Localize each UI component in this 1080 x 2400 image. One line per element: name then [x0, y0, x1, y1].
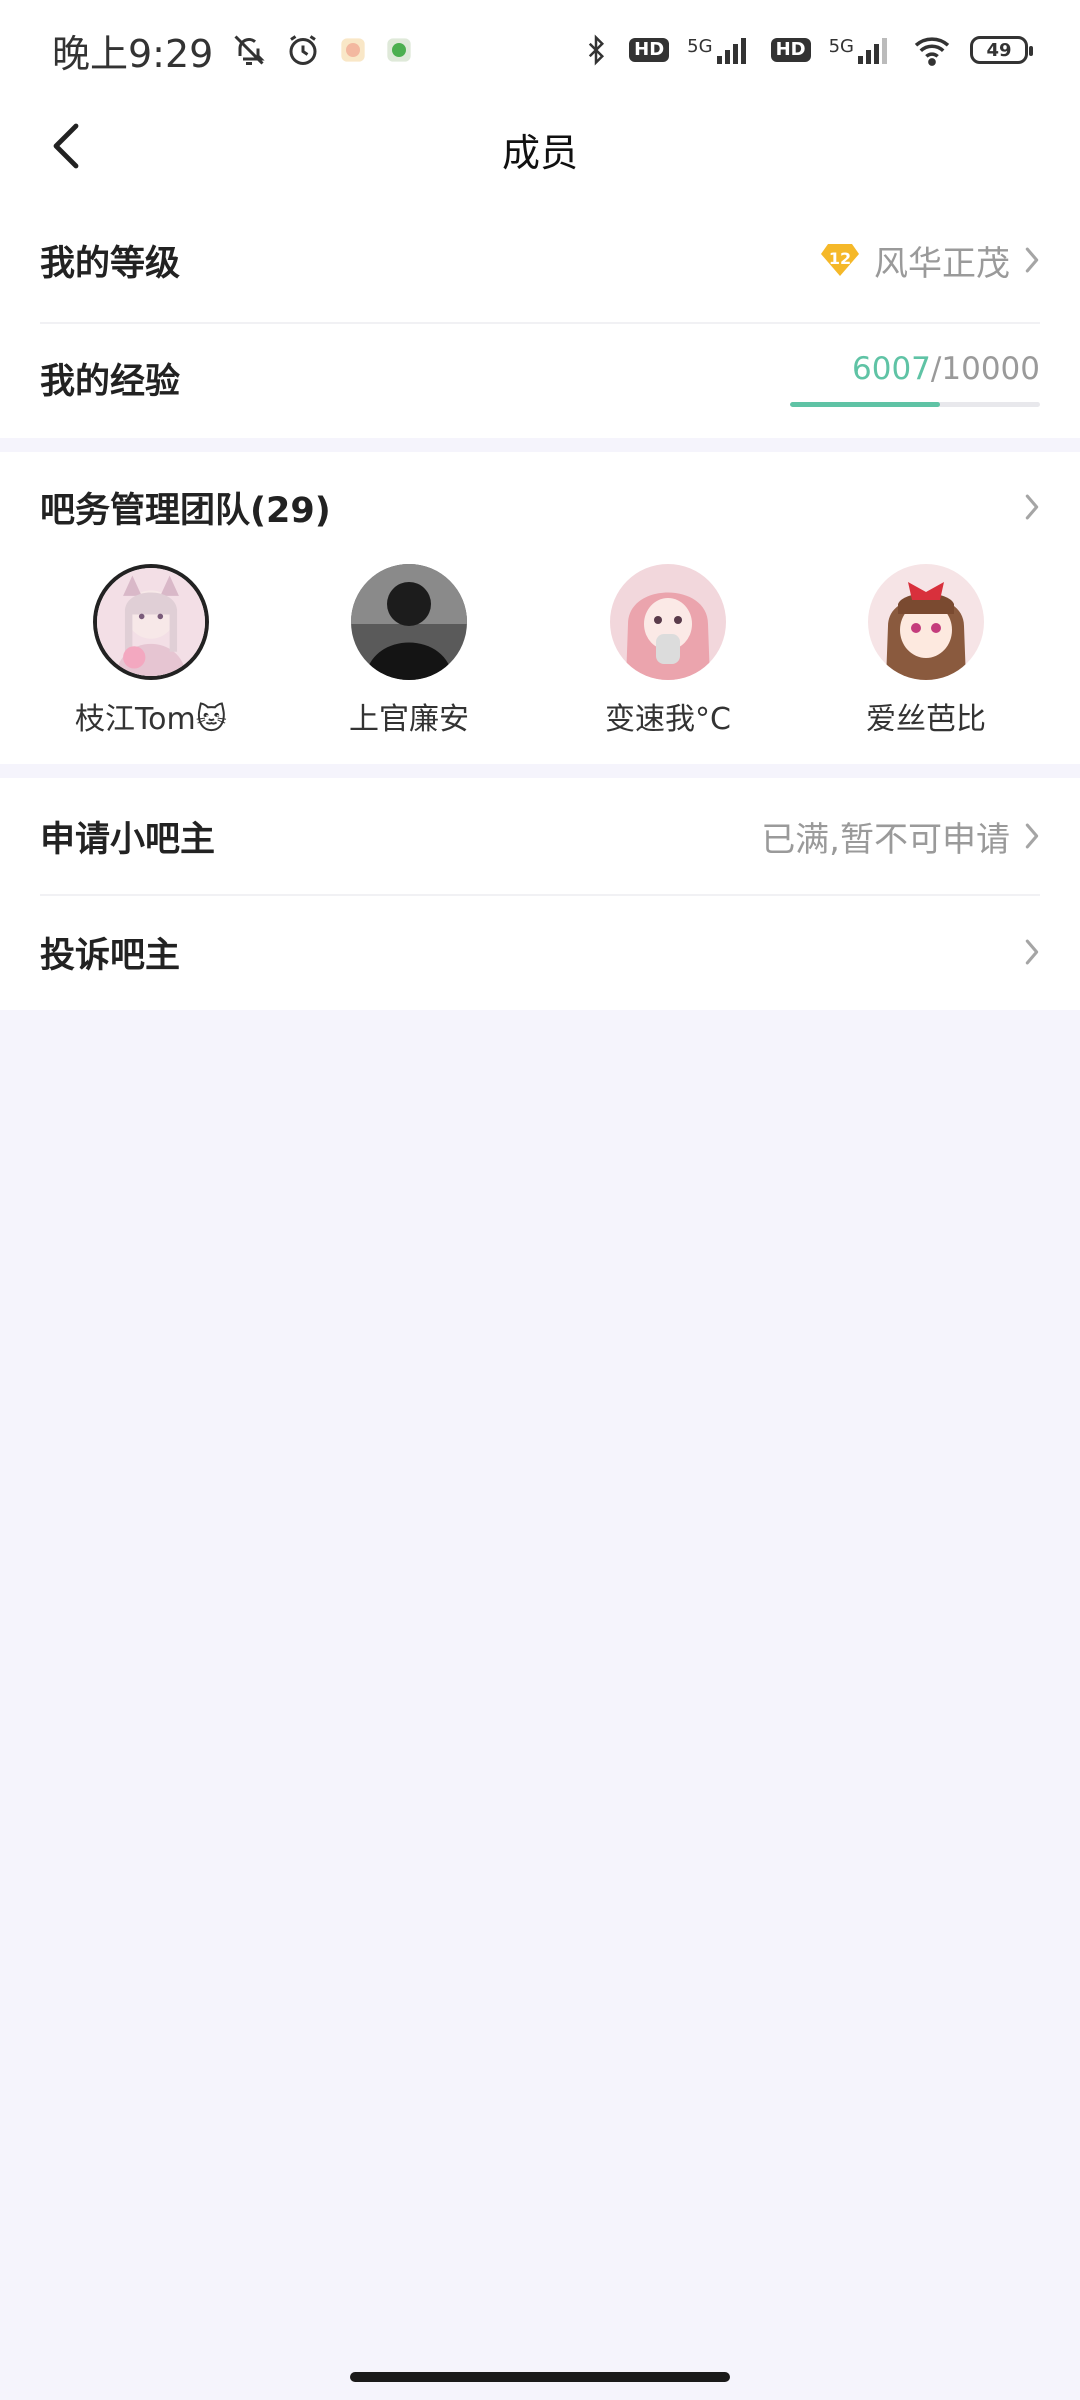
bluetooth-icon: [581, 32, 611, 68]
member-item[interactable]: 变速我°C: [568, 564, 768, 738]
chevron-right-icon: [1024, 493, 1040, 521]
member-item[interactable]: 上官廉安: [309, 564, 509, 738]
experience-separator: /: [930, 351, 942, 387]
management-team-header[interactable]: 吧务管理团队(29): [0, 452, 1080, 562]
signal-strength-2: 5G: [829, 36, 894, 64]
experience-total: 10000: [941, 351, 1040, 387]
bell-muted-icon: [231, 32, 267, 68]
member-name: 爱丝芭比: [866, 702, 986, 737]
member-list: 枝江Tom🐱 上官廉安 变速我°C 爱丝芭比: [0, 564, 1080, 744]
apply-assistant-row[interactable]: 申请小吧主 已满,暂不可申请: [0, 778, 1080, 894]
status-time: 晚上9:29: [52, 31, 214, 76]
level-label: 我的等级: [40, 243, 181, 284]
home-indicator[interactable]: [350, 2372, 730, 2382]
complain-row[interactable]: 投诉吧主: [0, 894, 1080, 1010]
avatar: [868, 564, 984, 680]
hd-badge-2: HD: [770, 38, 811, 62]
chevron-right-icon: [1024, 822, 1040, 850]
alarm-icon: [285, 32, 321, 68]
level-card: 我的等级 12 风华正茂 我的经验 6007/10000: [0, 196, 1080, 438]
experience-current: 6007: [852, 351, 931, 387]
app-notification-icon: [339, 36, 367, 64]
avatar: [610, 564, 726, 680]
page-title: 成员: [501, 131, 578, 175]
management-team-title: 吧务管理团队(29): [40, 490, 331, 531]
network-type-label: 5G: [687, 36, 713, 57]
battery-indicator: 49: [970, 36, 1033, 64]
management-team-card: 吧务管理团队(29) 枝江Tom🐱 上官廉安 变速我°C 爱丝芭比: [0, 452, 1080, 764]
member-name: 枝江Tom🐱: [74, 702, 228, 737]
level-row[interactable]: 我的等级 12 风华正茂: [0, 202, 1080, 318]
chevron-right-icon: [1024, 246, 1040, 274]
battery-level: 49: [986, 39, 1012, 61]
app-notification-icon-2: [385, 36, 413, 64]
member-name: 变速我°C: [605, 702, 731, 737]
experience-progress-track: [790, 402, 1040, 407]
network-type-label-2: 5G: [828, 36, 854, 57]
apply-status: 已满,暂不可申请: [761, 819, 1010, 860]
level-badge-number: 12: [828, 248, 852, 268]
avatar: [351, 564, 467, 680]
member-name: 上官廉安: [349, 702, 469, 737]
signal-strength-1: 5G: [687, 36, 752, 64]
level-name: 风华正茂: [874, 243, 1010, 284]
member-item[interactable]: 枝江Tom🐱: [51, 564, 251, 738]
member-item[interactable]: 爱丝芭比: [826, 564, 1026, 738]
avatar: [93, 564, 209, 680]
apply-assistant-label: 申请小吧主: [40, 819, 216, 860]
experience-progress-fill: [790, 402, 940, 407]
experience-progress: 6007/10000: [790, 343, 1040, 413]
nav-header: 成员: [0, 100, 1080, 196]
experience-row: 我的经验 6007/10000: [0, 320, 1080, 436]
wifi-icon: [912, 34, 952, 66]
experience-value: 6007/10000: [852, 351, 1040, 387]
complain-label: 投诉吧主: [40, 935, 181, 976]
status-bar: 晚上9:29 HD 5G HD 5G 49: [0, 0, 1080, 100]
hd-badge: HD: [629, 38, 670, 62]
level-badge: 12: [820, 242, 860, 278]
chevron-right-icon: [1024, 938, 1040, 966]
experience-label: 我的经验: [40, 361, 181, 402]
actions-card: 申请小吧主 已满,暂不可申请 投诉吧主: [0, 778, 1080, 1010]
